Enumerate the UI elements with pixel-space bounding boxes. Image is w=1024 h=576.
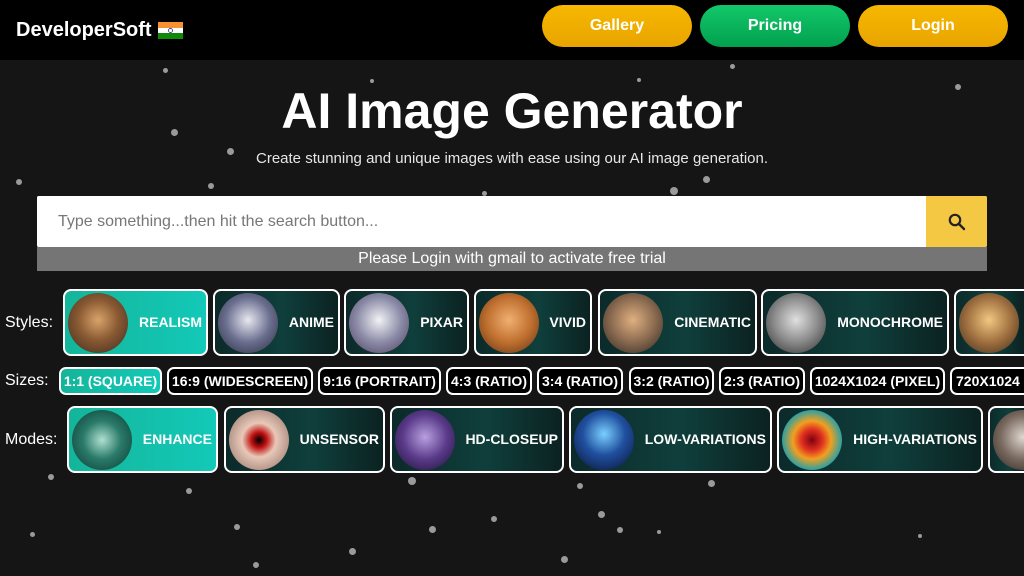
search-bar: [37, 196, 987, 247]
style-card-anime[interactable]: ANIME: [213, 289, 340, 356]
page-subtitle: Create stunning and unique images with e…: [256, 150, 768, 167]
login-button[interactable]: Login: [858, 5, 1008, 47]
top-navbar: DeveloperSoft Gallery Pricing Login: [0, 0, 1024, 60]
size-option-3-2[interactable]: 3:2 (RATIO): [629, 367, 714, 395]
pricing-button[interactable]: Pricing: [700, 5, 850, 47]
search-icon: [948, 213, 965, 230]
brand-logo[interactable]: DeveloperSoft: [16, 19, 183, 42]
prompt-input[interactable]: [37, 196, 926, 247]
style-card-monochrome[interactable]: MONOCHROME: [761, 289, 949, 356]
styles-label: Styles:: [5, 314, 54, 331]
size-option-720x1024[interactable]: 720X1024 (: [950, 367, 1024, 395]
mode-label: ENHANCE: [142, 431, 212, 447]
style-card-vivid[interactable]: VIVID: [474, 289, 592, 356]
page-title: AI Image Generator: [281, 83, 743, 139]
india-flag-icon: [157, 22, 183, 39]
low-variations-thumbnail-icon: [574, 410, 634, 470]
realism-thumbnail-icon: [68, 293, 128, 353]
size-option-widescreen[interactable]: 16:9 (WIDESCREEN): [167, 367, 313, 395]
style-label: REALISM: [139, 314, 202, 330]
hd-closeup-thumbnail-icon: [395, 410, 455, 470]
search-button[interactable]: [926, 196, 987, 247]
anime-thumbnail-icon: [218, 293, 278, 353]
brand-name: DeveloperSoft: [16, 19, 152, 41]
mode-card-enhance[interactable]: ENHANCE: [67, 406, 218, 473]
style-label: MONOCHROME: [837, 314, 943, 330]
mode-card-hd-closeup[interactable]: HD-CLOSEUP: [390, 406, 564, 473]
unsensor-thumbnail-icon: [229, 410, 289, 470]
pixar-thumbnail-icon: [349, 293, 409, 353]
cinematic-thumbnail-icon: [603, 293, 663, 353]
style-card-partial[interactable]: [954, 289, 1024, 356]
modes-label: Modes:: [5, 431, 58, 448]
mode-label: UNSENSOR: [299, 431, 379, 447]
gallery-button[interactable]: Gallery: [542, 5, 692, 47]
mode-card-partial[interactable]: [988, 406, 1024, 473]
mode-card-high-variations[interactable]: HIGH-VARIATIONS: [777, 406, 983, 473]
style-label: ANIME: [288, 314, 334, 330]
size-option-square[interactable]: 1:1 (SQUARE): [59, 367, 162, 395]
login-notice-banner: Please Login with gmail to activate free…: [37, 247, 987, 271]
enhance-thumbnail-icon: [72, 410, 132, 470]
mode-label: HIGH-VARIATIONS: [853, 431, 977, 447]
style-thumbnail-icon: [959, 293, 1019, 353]
mode-card-low-variations[interactable]: LOW-VARIATIONS: [569, 406, 772, 473]
size-option-3-4[interactable]: 3:4 (RATIO): [537, 367, 623, 395]
mode-label: LOW-VARIATIONS: [644, 431, 766, 447]
vivid-thumbnail-icon: [479, 293, 539, 353]
style-label: VIVID: [549, 314, 586, 330]
size-option-4-3[interactable]: 4:3 (RATIO): [446, 367, 532, 395]
mode-thumbnail-icon: [993, 410, 1024, 470]
style-label: CINEMATIC: [674, 314, 751, 330]
sizes-label: Sizes:: [5, 372, 49, 389]
size-option-1024-pixel[interactable]: 1024X1024 (PIXEL): [810, 367, 945, 395]
high-variations-thumbnail-icon: [782, 410, 842, 470]
size-option-2-3[interactable]: 2:3 (RATIO): [719, 367, 805, 395]
size-option-portrait[interactable]: 9:16 (PORTRAIT): [318, 367, 441, 395]
style-label: PIXAR: [420, 314, 463, 330]
style-card-realism[interactable]: REALISM: [63, 289, 208, 356]
mode-label: HD-CLOSEUP: [465, 431, 558, 447]
style-card-cinematic[interactable]: CINEMATIC: [598, 289, 757, 356]
style-card-pixar[interactable]: PIXAR: [344, 289, 469, 356]
monochrome-thumbnail-icon: [766, 293, 826, 353]
mode-card-unsensor[interactable]: UNSENSOR: [224, 406, 385, 473]
